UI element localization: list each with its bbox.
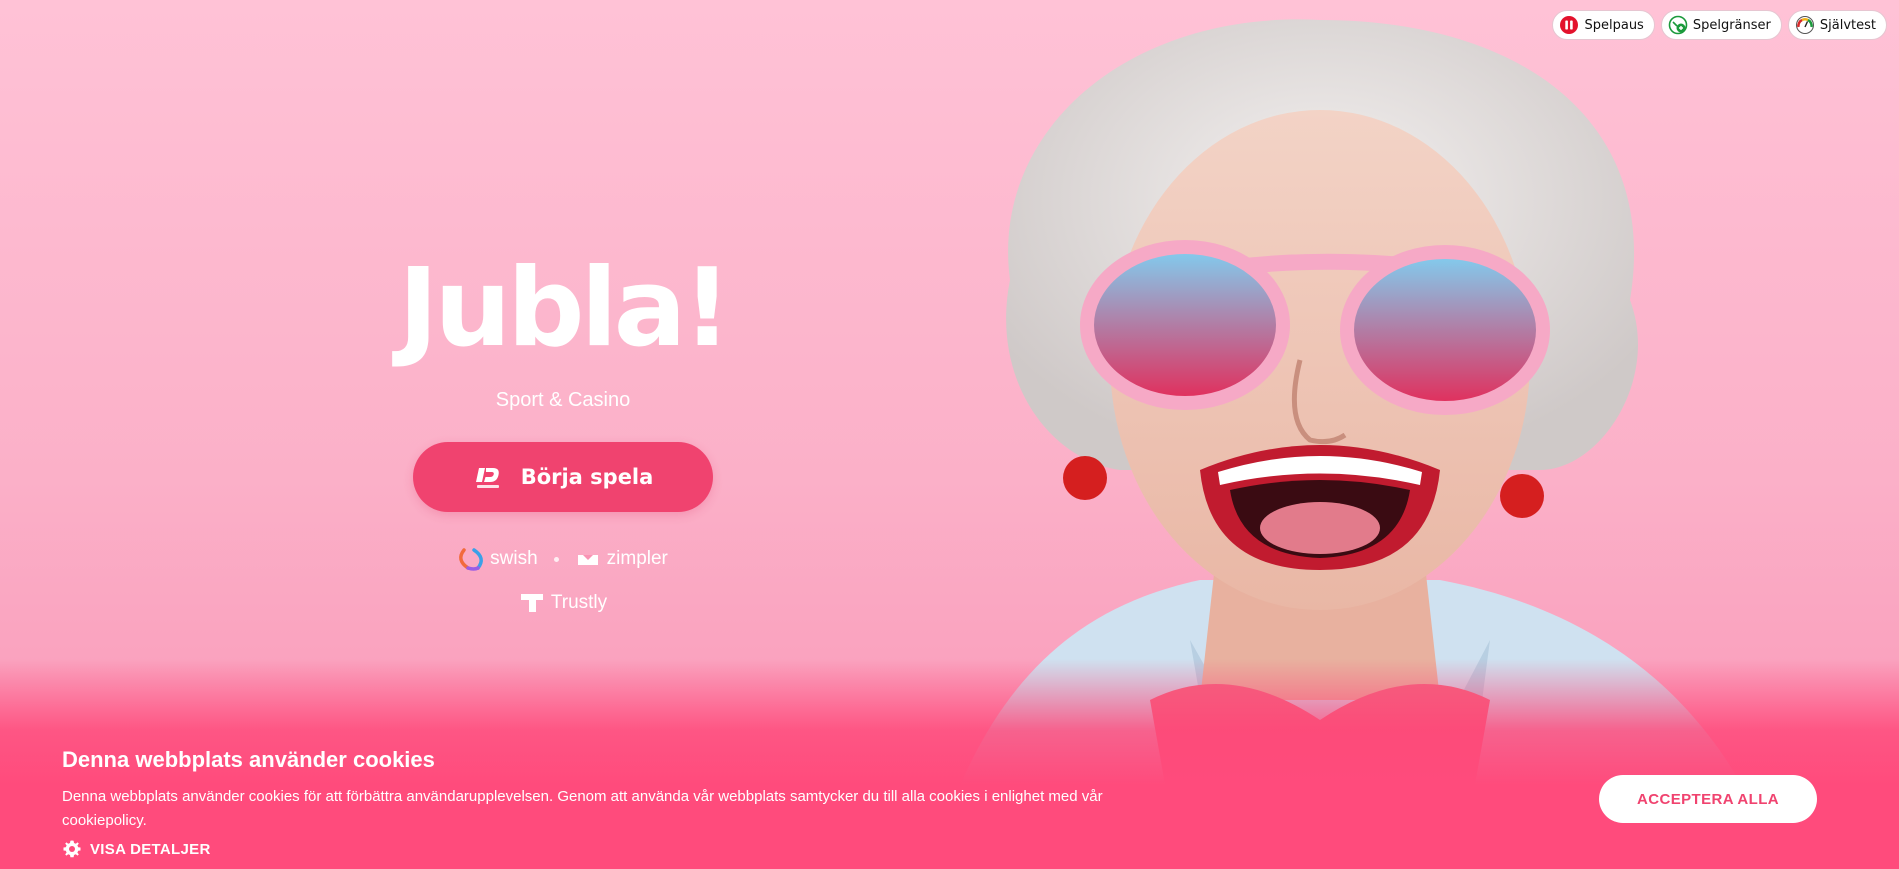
zimpler-icon [577, 555, 598, 565]
zimpler-logo: zimpler [575, 546, 668, 572]
payment-methods-row-2: Trustly [383, 590, 743, 616]
payment-methods-row: swish zimpler [383, 546, 743, 572]
gear-icon [63, 840, 81, 858]
brand-block: Jubla! Sport & Casino Börja spela swish … [383, 255, 743, 616]
start-playing-label: Börja spela [520, 465, 654, 489]
cookie-text: Denna webbplats använder cookies för att… [62, 788, 1103, 829]
cookie-banner: Denna webbplats använder cookies Denna w… [0, 659, 1899, 869]
tagline: Sport & Casino [495, 389, 631, 411]
start-playing-button[interactable]: Börja spela [413, 442, 713, 512]
swish-icon [459, 548, 484, 571]
show-details-button[interactable]: VISA DETALJER [62, 839, 211, 859]
cookie-title: Denna webbplats använder cookies [62, 747, 435, 772]
trustly-label: Trustly [550, 592, 608, 613]
separator-dot [553, 556, 559, 562]
logo: Jubla! [398, 246, 732, 371]
swish-label: swish [490, 548, 538, 569]
swish-logo: swish [458, 546, 538, 572]
trustly-logo: Trustly [519, 590, 607, 616]
bankid-icon [475, 468, 499, 488]
show-details-label: VISA DETALJER [90, 840, 211, 858]
zimpler-label: zimpler [606, 548, 668, 569]
accept-all-button[interactable]: ACCEPTERA ALLA [1599, 775, 1817, 823]
trustly-icon [520, 594, 543, 612]
